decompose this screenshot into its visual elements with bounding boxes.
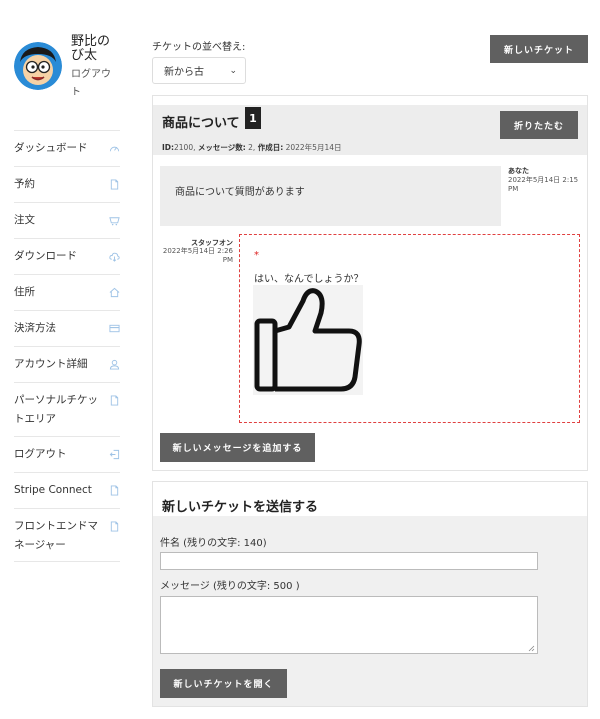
customer-message-date: 2022年5月14日 2:15 PM (508, 176, 579, 193)
sidebar-item-frontend-manager[interactable]: フロントエンドマネージャー (14, 508, 120, 562)
sidebar-item-label: Stripe Connect (14, 484, 92, 496)
customer-message-text: 商品について質問があります (175, 187, 305, 198)
ticket-title: 商品について (162, 116, 240, 131)
sidebar-item-stripe-connect[interactable]: Stripe Connect (14, 472, 120, 508)
message-label: メッセージ (残りの文字: 500 ) (160, 581, 300, 592)
file-icon (108, 394, 120, 406)
customer-message-author: あなた (508, 167, 529, 175)
sidebar-item-label: 住所 (14, 286, 35, 298)
basket-icon (108, 215, 120, 227)
account-navigation: ダッシュボード 予約 注文 ダウンロード 住所 決済方法 アカウント詳細 パーソ… (14, 130, 120, 562)
open-ticket-button[interactable]: 新しいチケットを開く (160, 669, 287, 698)
sidebar-item-label: ダッシュボード (14, 142, 88, 154)
user-icon (108, 359, 120, 371)
sidebar-item-label: ダウンロード (14, 250, 77, 262)
sidebar-item-label: 注文 (14, 214, 35, 226)
staff-message-marker: * (254, 250, 259, 261)
ticket-message-count-badge: 1 (245, 107, 261, 129)
sidebar-item-label: アカウント詳細 (14, 358, 88, 370)
home-icon (108, 287, 120, 299)
sort-selected-value: 新から古 (164, 67, 204, 78)
sidebar-item-payment-methods[interactable]: 決済方法 (14, 310, 120, 346)
user-name: 野比のび太 (71, 34, 111, 63)
add-message-button[interactable]: 新しいメッセージを追加する (160, 433, 315, 462)
message-textarea[interactable] (160, 596, 538, 654)
credit-card-icon (108, 323, 120, 335)
chevron-down-icon: ⌄ (229, 65, 237, 76)
sidebar-item-label: フロントエンドマネージャー (14, 520, 98, 551)
meta-messages-label: メッセージ数: (197, 143, 246, 152)
cloud-download-icon (108, 251, 120, 263)
ticket-meta: ID:2100, メッセージ数: 2, 作成日: 2022年5月14日 (162, 143, 342, 152)
sidebar-item-label: パーソナルチケットエリア (14, 394, 98, 425)
meta-messages: 2 (248, 143, 253, 152)
dashboard-icon (108, 143, 120, 155)
sidebar-item-addresses[interactable]: 住所 (14, 274, 120, 310)
sidebar-item-label: ログアウト (14, 448, 67, 460)
subject-input[interactable] (160, 552, 538, 570)
sidebar-item-downloads[interactable]: ダウンロード (14, 238, 120, 274)
sidebar-item-label: 予約 (14, 178, 35, 190)
sidebar-item-personal-ticket-area[interactable]: パーソナルチケットエリア (14, 382, 120, 436)
form-title: 新しいチケットを送信する (162, 500, 319, 515)
avatar (14, 42, 62, 90)
meta-id-label: ID: (162, 143, 175, 152)
thumbs-up-icon (253, 285, 363, 395)
resize-grip-icon[interactable] (528, 644, 535, 652)
staff-message-date: 2022年5月14日 2:26 PM (162, 247, 233, 264)
file-icon (108, 485, 120, 497)
file-icon (108, 520, 120, 532)
new-ticket-button[interactable]: 新しいチケット (490, 35, 588, 63)
sidebar-item-reservations[interactable]: 予約 (14, 166, 120, 202)
collapse-button[interactable]: 折りたたむ (500, 111, 578, 139)
subject-label: 件名 (残りの文字: 140) (160, 538, 267, 549)
sidebar-item-logout[interactable]: ログアウト (14, 436, 120, 472)
sort-label: チケットの並べ替え: (152, 42, 246, 53)
logout-icon (108, 449, 120, 461)
meta-id: 2100 (174, 143, 194, 152)
sidebar-item-account-details[interactable]: アカウント詳細 (14, 346, 120, 382)
meta-created: 2022年5月14日 (285, 143, 342, 152)
staff-message-text: はい、なんでしょうか？ (254, 274, 364, 285)
sort-select[interactable]: 新から古 ⌄ (152, 57, 246, 84)
meta-created-label: 作成日: (257, 143, 284, 152)
sidebar-item-dashboard[interactable]: ダッシュボード (14, 130, 120, 166)
sidebar-item-label: 決済方法 (14, 322, 56, 334)
file-icon (108, 179, 120, 191)
logout-link[interactable]: ログアウト (71, 66, 115, 102)
sidebar-item-orders[interactable]: 注文 (14, 202, 120, 238)
